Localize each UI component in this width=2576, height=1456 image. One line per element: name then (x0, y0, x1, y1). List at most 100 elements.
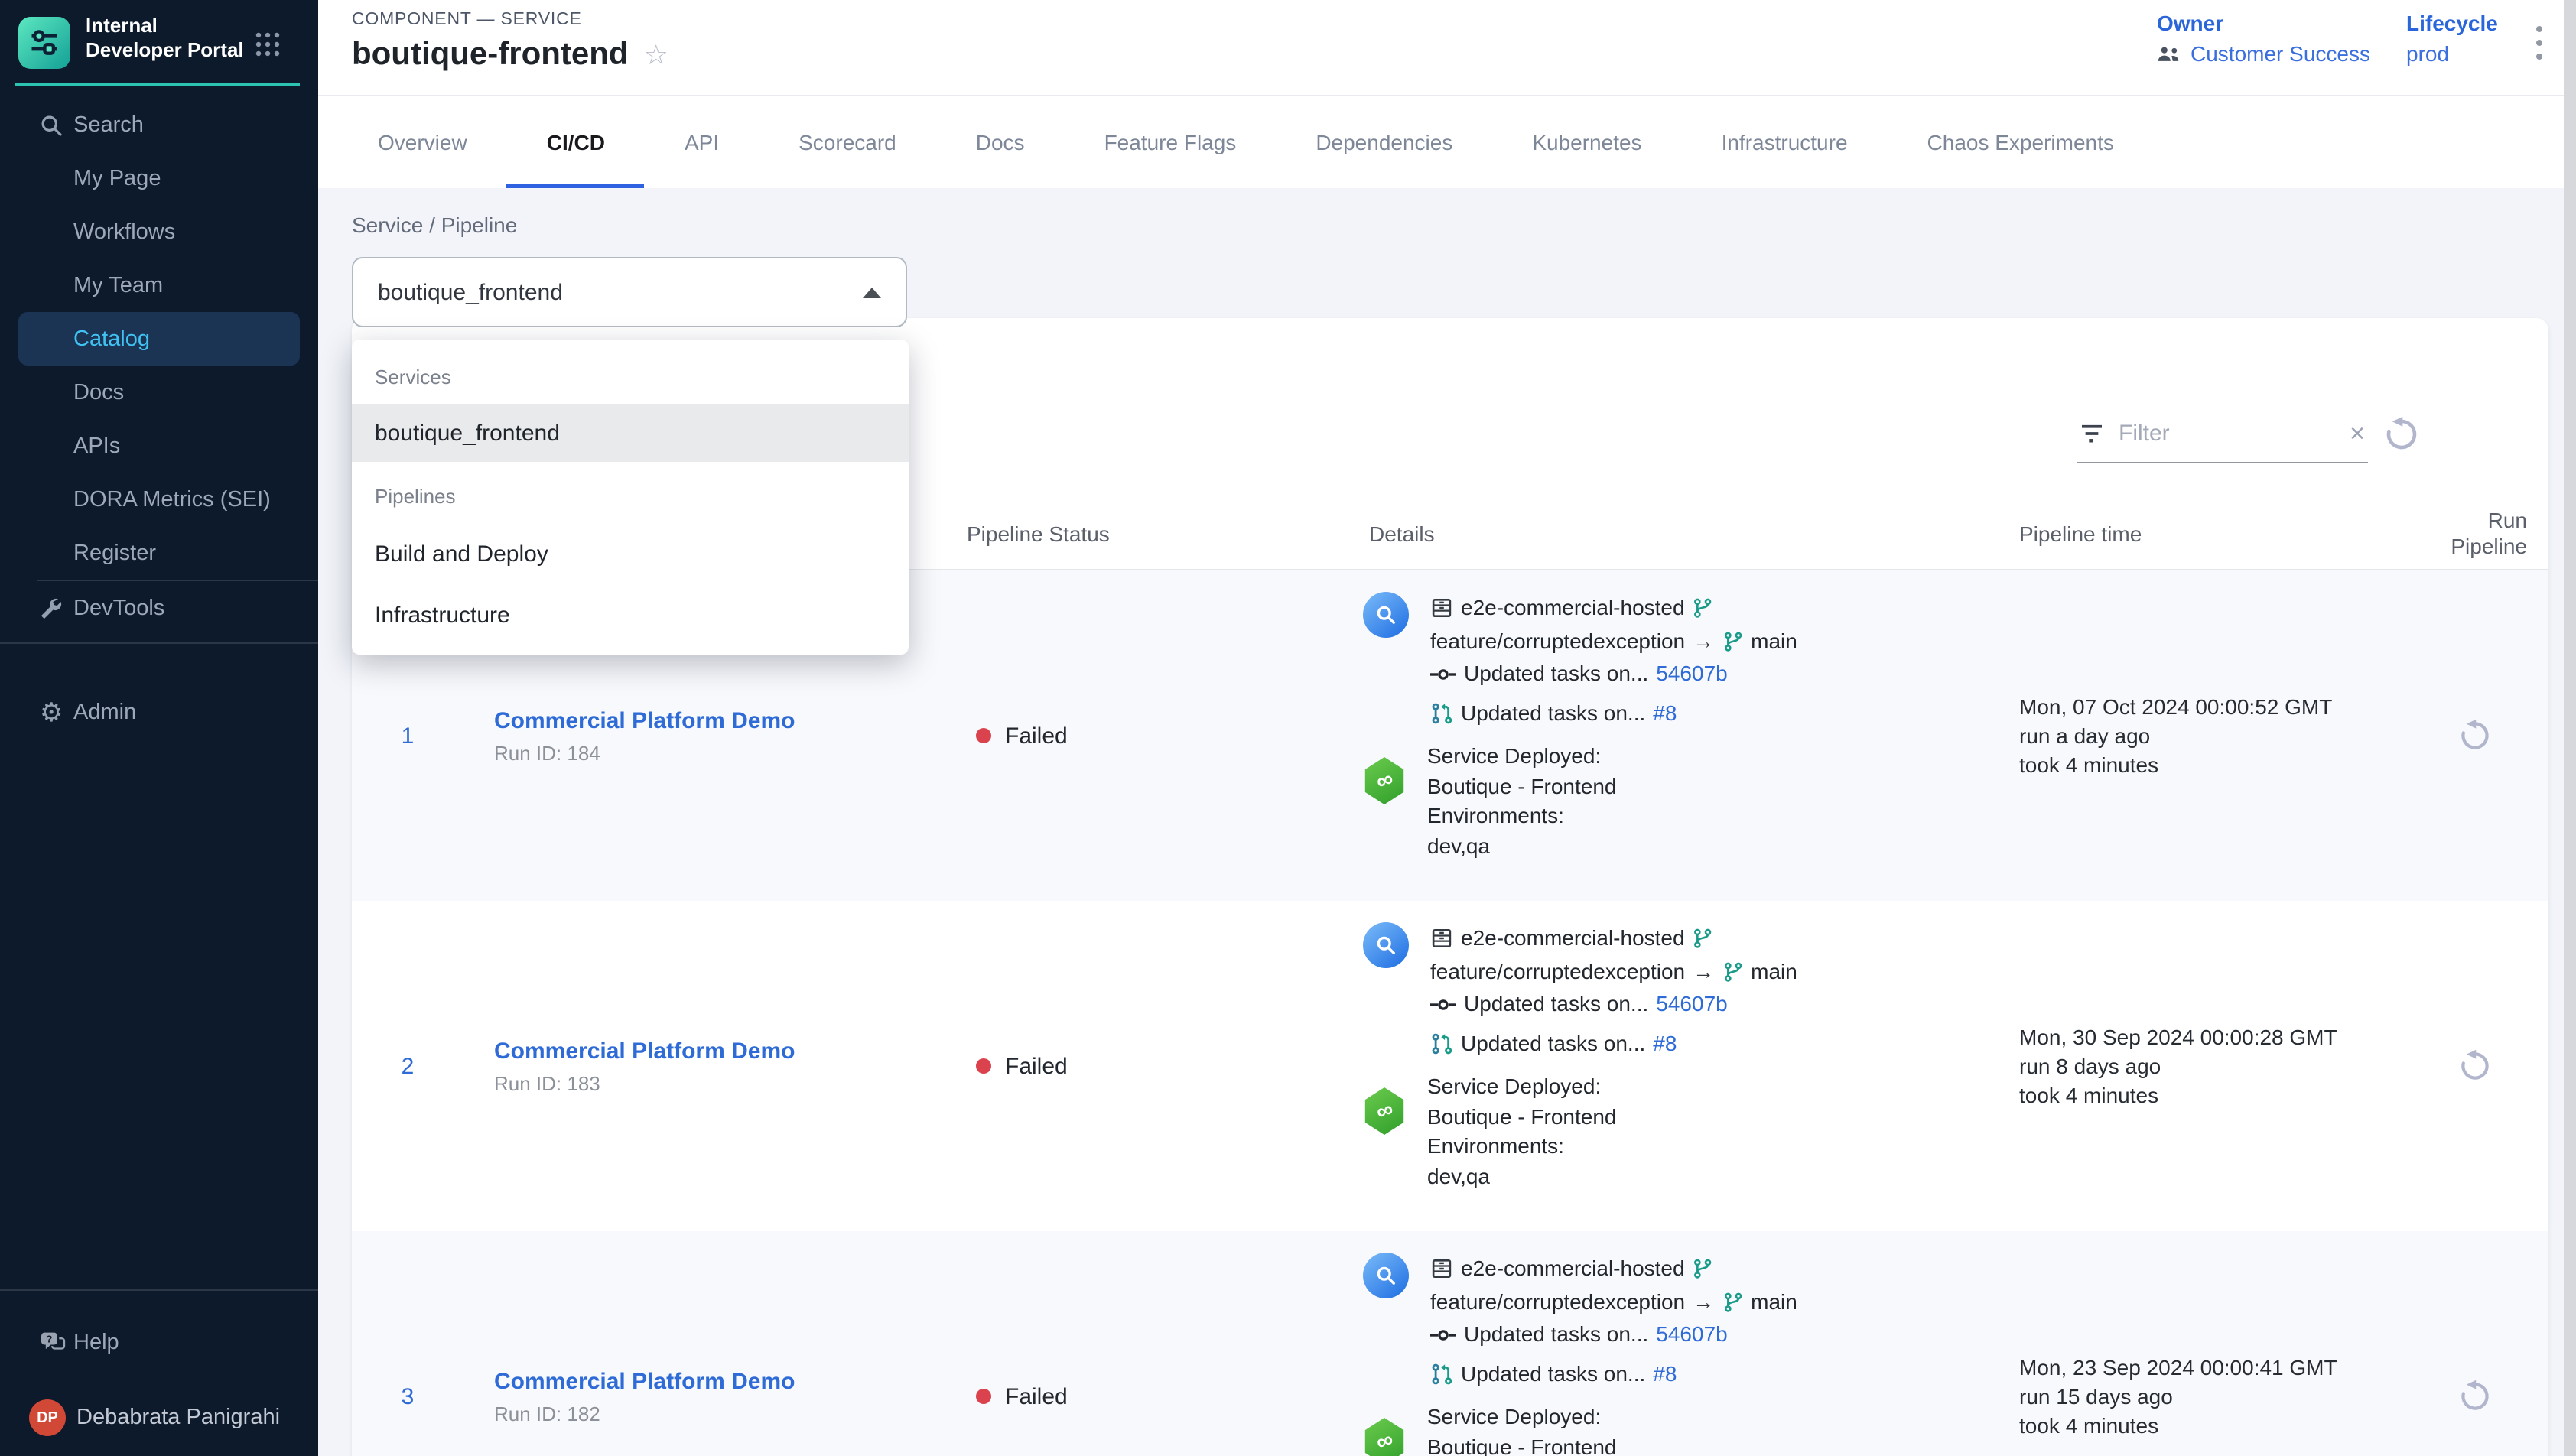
entity-header: COMPONENT — SERVICE boutique-frontend Ow… (318, 0, 2576, 96)
tab-dependencies[interactable]: Dependencies (1276, 96, 1492, 188)
pipeline-link[interactable]: Commercial Platform Demo (494, 1038, 936, 1064)
pr-message: Updated tasks on... (1461, 1027, 1645, 1060)
sidebar-item-register[interactable]: Register (0, 526, 318, 580)
lifecycle-label: Lifecycle (2406, 11, 2498, 35)
page-scrollbar[interactable] (2564, 0, 2576, 1456)
sidebar-nav: Search My Page Workflows My Team Catalog… (0, 98, 318, 580)
status-badge: Failed (1005, 1383, 1068, 1409)
cd-stage-icon (1363, 757, 1406, 804)
target-branch[interactable]: main (1751, 955, 1797, 988)
repo-name[interactable]: e2e-commercial-hosted (1461, 1253, 1685, 1285)
pipeline-link[interactable]: Commercial Platform Demo (494, 707, 936, 733)
commit-icon (1430, 1326, 1456, 1344)
status-badge: Failed (1005, 723, 1068, 749)
cicd-content: Service / Pipeline Pipeline Status Detai… (318, 188, 2576, 1456)
deploy-env-label: Environments: (1427, 801, 1617, 831)
tab-overview[interactable]: Overview (338, 96, 507, 188)
pr-link[interactable]: #8 (1653, 1027, 1677, 1060)
sidebar-item-admin[interactable]: ⚙ Admin (0, 685, 318, 739)
tab-scorecard[interactable]: Scorecard (759, 96, 936, 188)
row-index: 3 (352, 1231, 463, 1456)
deploy-envs: dev,qa (1427, 1162, 1617, 1191)
arrow-right-icon (1693, 955, 1714, 988)
brand-accent-line (15, 83, 300, 86)
sidebar-item-docs[interactable]: Docs (0, 366, 318, 419)
dropdown-option-infrastructure[interactable]: Infrastructure (352, 584, 909, 645)
svg-text:?: ? (46, 1332, 52, 1344)
owner-link[interactable]: Customer Success (2191, 41, 2370, 66)
sidebar-item-devtools[interactable]: DevTools (0, 581, 318, 635)
run-duration: took 4 minutes (2019, 750, 2402, 779)
sidebar-item-label: Search (73, 112, 144, 137)
commit-message: Updated tasks on... (1464, 658, 1648, 691)
filter-icon (2080, 424, 2103, 444)
run-pipeline-icon[interactable] (2458, 719, 2492, 752)
status-badge: Failed (1005, 1053, 1068, 1079)
dropdown-group-services: Services (352, 361, 909, 392)
sidebar-item-search[interactable]: Search (0, 98, 318, 151)
source-branch[interactable]: feature/corruptedexception (1430, 625, 1685, 658)
failed-dot-icon (976, 728, 991, 743)
failed-dot-icon (976, 1389, 991, 1404)
commit-link[interactable]: 54607b (1656, 988, 1727, 1021)
gear-icon: ⚙ (40, 699, 63, 725)
service-pipeline-label: Service / Pipeline (352, 213, 517, 237)
sidebar-divider (0, 1289, 318, 1291)
wrench-icon (40, 596, 63, 619)
pull-request-icon (1430, 1363, 1453, 1386)
tab-chaos-experiments[interactable]: Chaos Experiments (1888, 96, 2154, 188)
branch-icon (1693, 928, 1714, 951)
repo-name[interactable]: e2e-commercial-hosted (1461, 592, 1685, 625)
tab-api[interactable]: API (645, 96, 759, 188)
sidebar-item-catalog[interactable]: Catalog (18, 312, 300, 366)
app-grid-icon[interactable] (254, 31, 281, 58)
clear-filter-icon[interactable] (2350, 421, 2365, 447)
repo-name[interactable]: e2e-commercial-hosted (1461, 922, 1685, 955)
tab-cicd[interactable]: CI/CD (507, 96, 645, 188)
dropdown-option-boutique-frontend[interactable]: boutique_frontend (352, 404, 909, 462)
table-row: 2 Commercial Platform Demo Run ID: 183 F… (352, 901, 2548, 1231)
commit-link[interactable]: 54607b (1656, 658, 1727, 691)
run-pipeline-icon[interactable] (2458, 1380, 2492, 1413)
tab-infrastructure[interactable]: Infrastructure (1682, 96, 1888, 188)
tab-docs[interactable]: Docs (936, 96, 1065, 188)
ci-stage-icon (1363, 922, 1409, 968)
row-index: 2 (352, 901, 463, 1231)
run-ago: run 8 days ago (2019, 1051, 2402, 1081)
run-pipeline-icon[interactable] (2458, 1049, 2492, 1083)
tab-feature-flags[interactable]: Feature Flags (1065, 96, 1277, 188)
help-chat-icon: ? (40, 1331, 66, 1354)
dropdown-option-build-and-deploy[interactable]: Build and Deploy (352, 523, 909, 584)
source-branch[interactable]: feature/corruptedexception (1430, 955, 1685, 988)
sidebar-item-workflows[interactable]: Workflows (0, 205, 318, 258)
source-branch[interactable]: feature/corruptedexception (1430, 1285, 1685, 1318)
deploy-service: Boutique - Frontend (1427, 1432, 1617, 1456)
table-body: 1 Commercial Platform Demo Run ID: 184 F… (352, 570, 2548, 1456)
favorite-star-icon[interactable] (644, 41, 668, 69)
target-branch[interactable]: main (1751, 1285, 1797, 1318)
select-value: boutique_frontend (378, 279, 563, 305)
pr-link[interactable]: #8 (1653, 1357, 1677, 1390)
user-menu[interactable]: DP Debabrata Panigrahi (0, 1389, 318, 1447)
kebab-menu-icon[interactable] (2526, 23, 2553, 63)
branch-icon (1693, 597, 1714, 620)
pr-link[interactable]: #8 (1653, 697, 1677, 730)
portal-title: Internal Developer Portal (86, 14, 248, 63)
branch-icon (1722, 960, 1743, 983)
run-duration: took 4 minutes (2019, 1081, 2402, 1110)
branch-icon (1722, 630, 1743, 653)
service-pipeline-select[interactable]: boutique_frontend (352, 257, 907, 327)
sidebar-item-apis[interactable]: APIs (0, 419, 318, 473)
sidebar-item-my-team[interactable]: My Team (0, 258, 318, 312)
commit-link[interactable]: 54607b (1656, 1318, 1727, 1351)
refresh-icon[interactable] (2383, 416, 2420, 453)
target-branch[interactable]: main (1751, 625, 1797, 658)
sidebar-item-dora-metrics[interactable]: DORA Metrics (SEI) (0, 473, 318, 526)
sidebar-item-my-page[interactable]: My Page (0, 151, 318, 205)
filter-input[interactable] (2116, 419, 2337, 448)
cd-stage-icon (1363, 1418, 1406, 1456)
sidebar-item-help[interactable]: ? Help (0, 1315, 318, 1369)
pipeline-link[interactable]: Commercial Platform Demo (494, 1368, 936, 1394)
tab-kubernetes[interactable]: Kubernetes (1492, 96, 1681, 188)
commit-icon (1430, 996, 1456, 1014)
